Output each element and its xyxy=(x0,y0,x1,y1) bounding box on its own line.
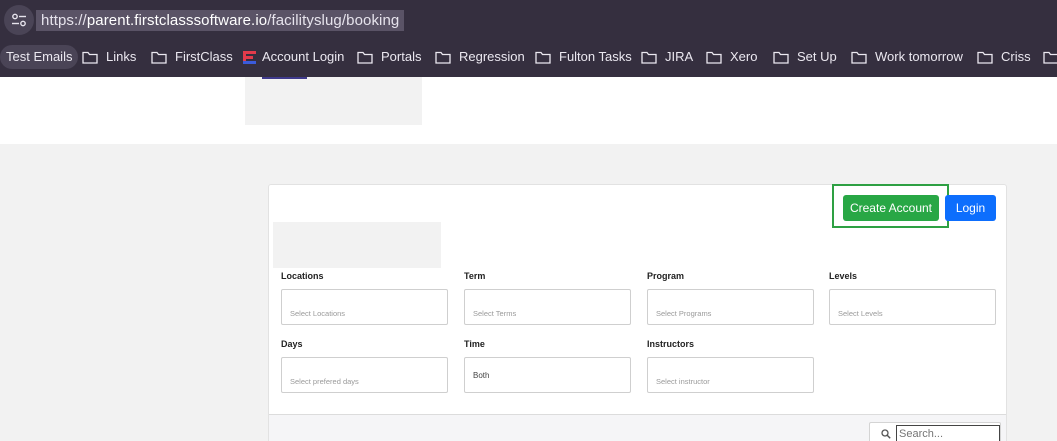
folder-icon xyxy=(977,51,993,64)
site-info-button[interactable] xyxy=(4,5,34,35)
url-field[interactable]: https://parent.firstclasssoftware.io/fac… xyxy=(36,10,405,31)
bookmark-criss[interactable]: Criss xyxy=(977,45,1031,69)
bookmark-label: FirstClass xyxy=(175,49,233,64)
bookmark-work-tomorrow[interactable]: Work tomorrow xyxy=(851,45,963,69)
bookmark-label: Xero xyxy=(730,49,758,64)
bookmark-links[interactable]: Links xyxy=(82,45,136,69)
time-label: Time xyxy=(464,339,485,349)
url-host: parent.firstclasssoftware.io xyxy=(86,12,268,29)
firstclass-logo-icon xyxy=(243,50,256,64)
program-placeholder: Select Programs xyxy=(656,309,712,318)
login-button[interactable]: Login xyxy=(945,195,996,221)
bookmark-label: Work tomorrow xyxy=(875,49,963,64)
bookmark-regression[interactable]: Regression xyxy=(435,45,525,69)
url-path: /facilityslug/booking xyxy=(267,12,400,29)
bookmark-fulton-tasks[interactable]: Fulton Tasks xyxy=(535,45,632,69)
locations-placeholder: Select Locations xyxy=(290,309,346,318)
folder-icon xyxy=(535,51,551,64)
folder-icon xyxy=(435,51,451,64)
bookmark-overflow-folder[interactable] xyxy=(1043,45,1057,69)
instructors-select[interactable]: Select instructor xyxy=(647,357,814,393)
levels-placeholder: Select Levels xyxy=(838,309,883,318)
levels-label: Levels xyxy=(829,271,858,281)
bookmark-label: Account Login xyxy=(262,49,345,64)
term-select[interactable]: Select Terms xyxy=(464,289,631,325)
instructors-label: Instructors xyxy=(647,339,695,349)
create-account-button[interactable]: Create Account xyxy=(843,195,939,221)
folder-icon xyxy=(357,51,373,64)
program-logo-placeholder xyxy=(273,222,441,268)
bookmark-label: JIRA xyxy=(665,49,694,64)
days-label: Days xyxy=(281,339,303,349)
header-accent-strip xyxy=(262,77,307,79)
browser-address-bar: https://parent.firstclasssoftware.io/fac… xyxy=(0,0,1057,40)
program-select[interactable]: Select Programs xyxy=(647,289,814,325)
term-placeholder: Select Terms xyxy=(473,309,517,318)
time-select[interactable]: Both xyxy=(464,357,631,393)
term-label: Term xyxy=(464,271,486,281)
search-input[interactable] xyxy=(896,425,1000,441)
folder-icon xyxy=(773,51,789,64)
search-box xyxy=(869,422,1001,441)
folder-icon xyxy=(151,51,167,64)
bookmark-xero[interactable]: Xero xyxy=(706,45,757,69)
bookmark-label: Portals xyxy=(381,49,422,64)
search-icon xyxy=(881,429,891,439)
bookmark-label: Links xyxy=(106,49,137,64)
days-placeholder: Select prefered days xyxy=(290,377,359,386)
facility-logo-placeholder xyxy=(245,77,422,125)
bookmark-label: Criss xyxy=(1001,49,1031,64)
folder-icon xyxy=(1043,51,1057,64)
bookmark-test-emails[interactable]: Test Emails xyxy=(0,45,79,69)
bookmark-firstclass[interactable]: FirstClass xyxy=(151,45,233,69)
bookmark-label: Set Up xyxy=(797,49,837,64)
bookmark-account-login[interactable]: Account Login xyxy=(243,45,344,69)
bookmark-label: Regression xyxy=(459,49,525,64)
days-select[interactable]: Select prefered days xyxy=(281,357,448,393)
time-value: Both xyxy=(473,371,490,380)
folder-icon xyxy=(82,51,98,64)
bookmark-label: Test Emails xyxy=(6,49,73,64)
bookmark-jira[interactable]: JIRA xyxy=(641,45,693,69)
locations-select[interactable]: Select Locations xyxy=(281,289,448,325)
folder-icon xyxy=(641,51,657,64)
booking-filter-card: Create Account Login Locations Select Lo… xyxy=(268,184,1007,441)
tune-icon xyxy=(12,13,26,27)
levels-select[interactable]: Select Levels xyxy=(829,289,996,325)
bookmark-label: Fulton Tasks xyxy=(559,49,632,64)
program-label: Program xyxy=(647,271,685,281)
locations-label: Locations xyxy=(281,271,324,281)
bookmarks-bar: Test Emails Links FirstClass Account Log… xyxy=(0,40,1057,77)
bookmark-portals[interactable]: Portals xyxy=(357,45,421,69)
instructors-placeholder: Select instructor xyxy=(656,377,710,386)
results-toolbar xyxy=(269,414,1006,441)
url-scheme: https:// xyxy=(41,12,87,29)
folder-icon xyxy=(706,51,722,64)
page-header xyxy=(0,77,1057,144)
folder-icon xyxy=(851,51,867,64)
bookmark-set-up[interactable]: Set Up xyxy=(773,45,837,69)
